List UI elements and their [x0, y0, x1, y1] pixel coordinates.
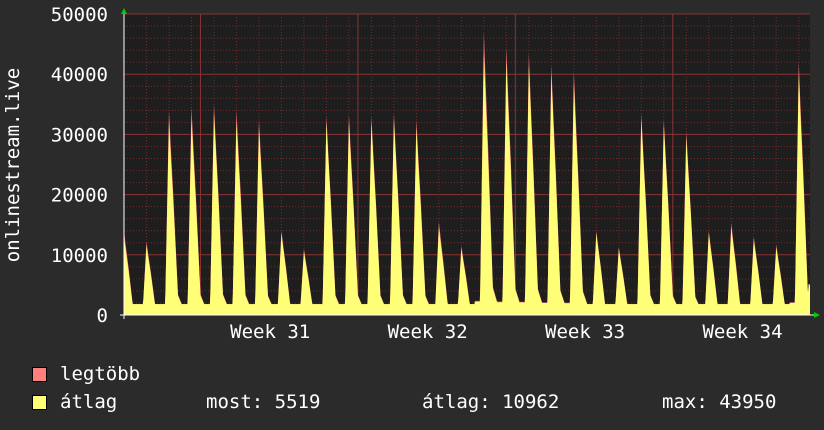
x-axis-arrow-icon	[814, 312, 820, 318]
stat-max: max: 43950	[662, 391, 777, 413]
legend-item-avg: átlag	[32, 391, 117, 413]
x-tick-label: Week 33	[545, 321, 625, 343]
y-tick-label: 50000	[51, 4, 108, 26]
y-axis-label: onlinestream.live	[2, 68, 24, 262]
x-tick-label: Week 31	[230, 321, 310, 343]
x-tick-labels: Week 31 Week 32 Week 33 Week 34	[230, 321, 782, 343]
y-tick-label: 30000	[51, 124, 108, 146]
legend-avg-swatch	[32, 394, 47, 410]
y-tick-labels: 0 10000 20000 30000 40000 50000	[51, 4, 108, 327]
y-tick-label: 10000	[51, 245, 108, 267]
x-tick-label: Week 32	[388, 321, 468, 343]
legend-avg-label: átlag	[60, 391, 118, 413]
stat-avg: átlag: 10962	[422, 391, 560, 413]
y-tick-label: 40000	[51, 64, 108, 86]
legend-item-max: legtöbb	[32, 363, 140, 385]
legend-max-swatch	[32, 366, 47, 382]
legend-max-label: legtöbb	[60, 363, 141, 385]
y-tick-label: 0	[97, 305, 108, 327]
y-tick-label: 20000	[51, 185, 108, 207]
y-axis-arrow-icon	[121, 8, 127, 14]
stat-now: most: 5519	[206, 391, 321, 413]
x-tick-label: Week 34	[702, 321, 782, 343]
